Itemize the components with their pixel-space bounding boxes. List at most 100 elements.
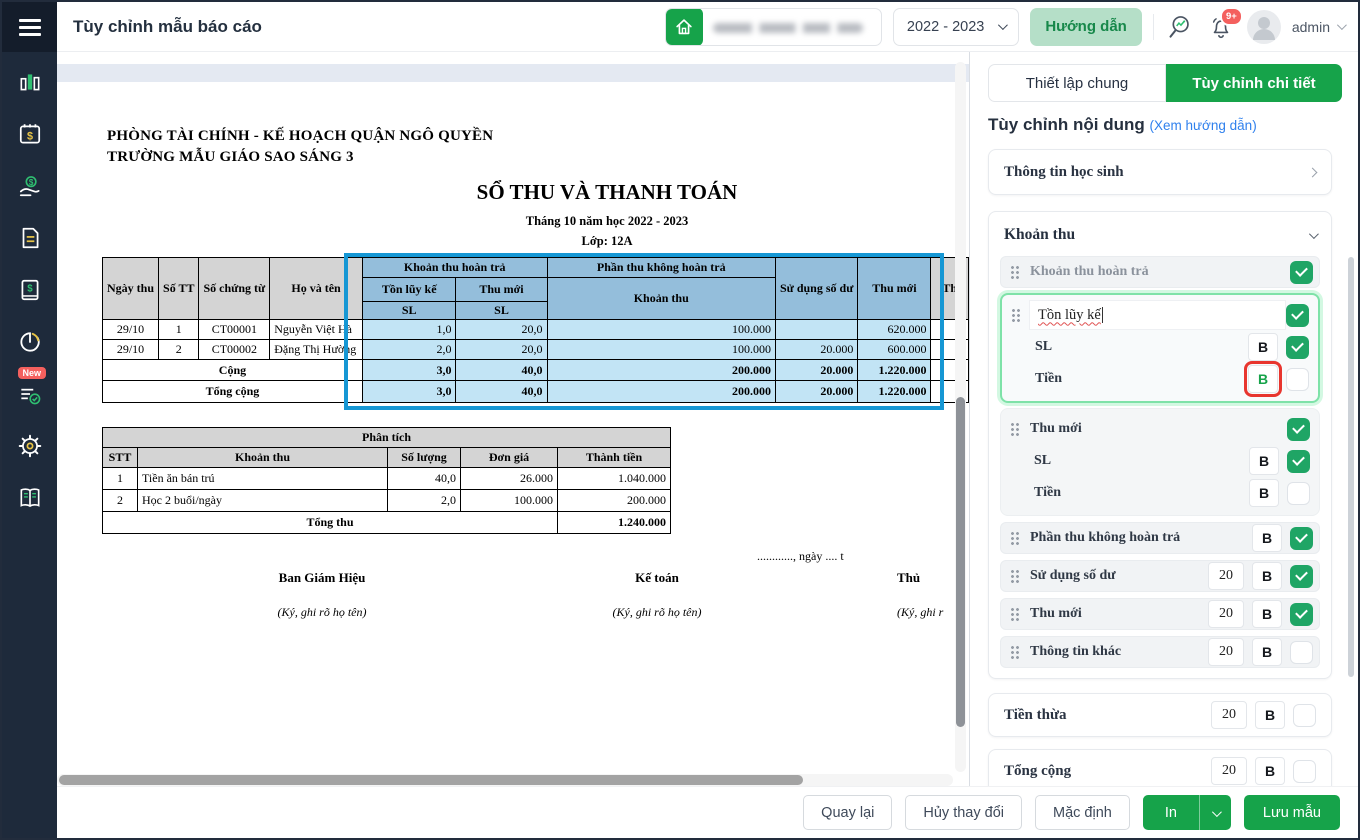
bold-toggle-button[interactable]: B [1252,638,1282,666]
khoan-thu-section-header[interactable]: Khoản thu [1000,220,1320,250]
svg-text:$: $ [27,284,33,295]
visibility-checkbox[interactable] [1290,641,1313,664]
vertical-scrollbar[interactable] [955,62,966,772]
chevron-down-icon [1212,807,1222,817]
visibility-checkbox[interactable] [1293,704,1316,727]
avatar[interactable] [1247,10,1281,44]
panel-scrollbar-thumb[interactable] [1348,257,1354,677]
print-dropdown-button[interactable] [1200,795,1231,830]
visibility-checkbox[interactable] [1290,603,1313,626]
bold-toggle-button[interactable]: B [1249,479,1279,507]
col-header: STT [103,448,138,468]
width-input[interactable] [1211,701,1247,729]
row-tien: Tiền B [1008,478,1312,508]
horizontal-scrollbar[interactable] [57,774,953,786]
drag-handle-icon[interactable] [1010,607,1020,621]
column-name-input[interactable]: Tồn lũy kế [1029,300,1286,330]
main-table: Ngày thu Số TT Số chứng từ Họ và tên Kho… [102,257,969,403]
drag-handle-icon[interactable] [1010,645,1020,659]
width-input[interactable] [1208,638,1244,666]
col-header[interactable]: Số TT [159,258,199,320]
width-input[interactable] [1208,562,1244,590]
pie-chart-icon[interactable] [16,328,44,356]
library-book-icon[interactable] [16,484,44,512]
guide-button[interactable]: Hướng dẫn [1030,8,1142,46]
input-value: Tồn lũy kế [1038,307,1101,324]
width-input[interactable] [1211,757,1247,785]
tab-general-settings[interactable]: Thiết lập chung [988,64,1166,102]
bold-toggle-button-highlighted[interactable]: B [1248,365,1278,393]
group-header-hoan-tra[interactable]: Khoản thu hoàn trả [362,258,547,278]
cash-book-icon[interactable]: $ [16,276,44,304]
sub-sub-header[interactable]: SL [362,302,456,320]
row-label: Phần thu không hoàn trả [1030,530,1180,546]
bold-toggle-button[interactable]: B [1255,757,1285,785]
school-search-input[interactable] [703,9,881,45]
signature-center: Kế toán (Ký, ghi rõ họ tên) [567,570,747,620]
student-info-card[interactable]: Thông tin học sinh [988,149,1332,195]
visibility-checkbox[interactable] [1290,565,1313,588]
horizontal-scrollbar-thumb[interactable] [59,775,803,785]
drag-handle-icon[interactable] [1010,422,1020,436]
cancel-changes-button[interactable]: Hủy thay đổi [905,795,1022,830]
calendar-money-icon[interactable]: $ [16,120,44,148]
visibility-checkbox[interactable] [1286,304,1309,327]
view-guide-link[interactable]: (Xem hướng dẫn) [1150,118,1257,133]
vertical-scrollbar-thumb[interactable] [956,397,965,727]
cell: 3,0 [362,360,456,381]
drag-handle-icon[interactable] [1010,569,1020,583]
bold-toggle-button[interactable]: B [1252,562,1282,590]
visibility-checkbox[interactable] [1290,261,1313,284]
signature-date-line: ............, ngày .... t [757,549,967,564]
drag-handle-icon[interactable] [1010,531,1020,545]
table-row: 29/10 1 CT00001 Nguyễn Việt Hà 1,0 20,0 … [103,320,969,340]
col-header[interactable]: Ngày thu [103,258,159,320]
group-header-khong-hoan-tra[interactable]: Phần thu không hoàn trả [547,258,775,278]
analytics-search-icon[interactable] [1165,12,1195,42]
drag-handle-icon[interactable] [1011,308,1021,322]
sub-header[interactable]: Thu mới [456,278,547,302]
visibility-checkbox[interactable] [1287,482,1310,505]
school-year-select[interactable]: 2022 - 2023 [893,8,1019,46]
col-header[interactable]: Số chứng từ [199,258,270,320]
hamburger-menu-icon[interactable] [2,2,57,52]
cell: 29/10 [103,320,159,340]
visibility-checkbox[interactable] [1287,418,1310,441]
visibility-checkbox[interactable] [1286,336,1309,359]
document-icon[interactable] [16,224,44,252]
bold-toggle-button[interactable]: B [1252,524,1282,552]
sum-row: Cộng 3,0 40,0 200.000 20.000 1.220.000 [103,360,969,381]
table-row: 1 Tiền ăn bán trú 40,0 26.000 1.040.000 [103,468,671,490]
default-button[interactable]: Mặc định [1035,795,1130,830]
width-input[interactable] [1208,600,1244,628]
col-header[interactable]: Thu mới [858,258,931,320]
print-button[interactable]: In [1143,795,1200,830]
row-khoan-thu-hoan-tra: Khoản thu hoàn trả [1000,256,1320,288]
bar-chart-icon[interactable] [16,68,44,96]
settings-gear-icon[interactable] [16,432,44,460]
save-template-button[interactable]: Lưu mẫu [1244,795,1340,830]
visibility-checkbox[interactable] [1286,368,1309,391]
col-header[interactable]: Họ và tên [270,258,363,320]
cell: 100.000 [547,340,775,360]
sub-header[interactable]: Khoản thu [547,278,775,320]
report-check-icon[interactable]: New [16,380,44,408]
bold-toggle-button[interactable]: B [1248,333,1278,361]
visibility-checkbox[interactable] [1290,527,1313,550]
home-button[interactable] [666,8,703,46]
bold-toggle-button[interactable]: B [1255,701,1285,729]
sub-header[interactable]: Tồn lũy kế [362,278,456,302]
notifications-bell-icon[interactable]: 9+ [1206,12,1236,42]
col-header[interactable]: Sử dụng số dư [775,258,857,320]
back-button[interactable]: Quay lại [803,795,892,830]
user-menu[interactable]: admin [1292,19,1344,35]
visibility-checkbox[interactable] [1293,760,1316,783]
hand-coin-icon[interactable]: $ [16,172,44,200]
drag-handle-icon[interactable] [1010,265,1020,279]
tab-detail-customization[interactable]: Tùy chỉnh chi tiết [1166,64,1342,102]
visibility-checkbox[interactable] [1287,450,1310,473]
bold-toggle-button[interactable]: B [1252,600,1282,628]
bold-toggle-button[interactable]: B [1249,447,1279,475]
sub-sub-header[interactable]: SL [456,302,547,320]
svg-text:$: $ [28,178,33,187]
